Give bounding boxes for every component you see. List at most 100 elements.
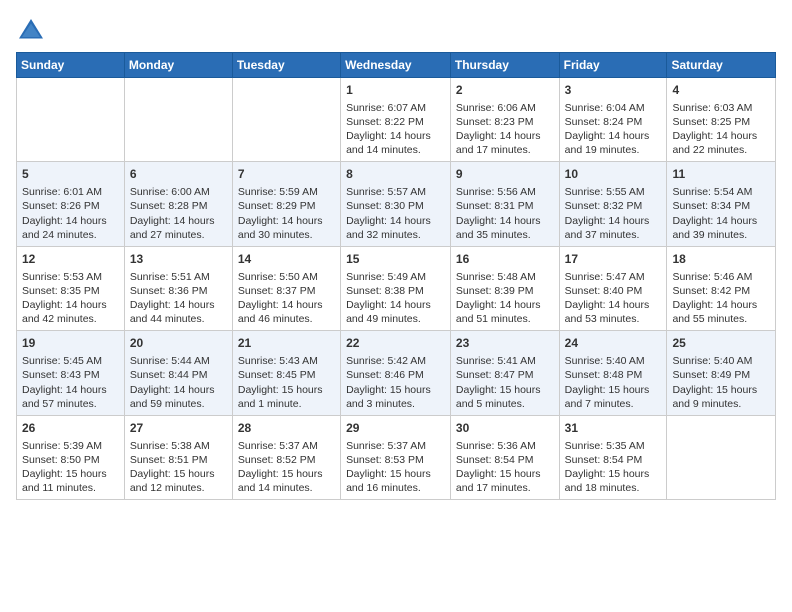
calendar-cell: 12 Sunrise: 5:53 AMSunset: 8:35 PMDayligh…	[17, 246, 125, 330]
cell-info: Daylight: 14 hours and 39 minutes.	[672, 214, 770, 242]
cell-info: Sunset: 8:23 PM	[456, 115, 554, 129]
cell-info: Daylight: 15 hours and 16 minutes.	[346, 467, 445, 495]
day-number: 14	[238, 251, 335, 268]
weekday-header: Wednesday	[341, 53, 451, 78]
day-number: 3	[565, 82, 662, 99]
cell-info: Daylight: 14 hours and 51 minutes.	[456, 298, 554, 326]
cell-info: Sunrise: 5:43 AM	[238, 354, 335, 368]
day-number: 9	[456, 166, 554, 183]
cell-info: Sunset: 8:42 PM	[672, 284, 770, 298]
day-number: 18	[672, 251, 770, 268]
cell-info: Sunrise: 5:40 AM	[565, 354, 662, 368]
calendar-cell: 30Sunrise: 5:36 AMSunset: 8:54 PMDayligh…	[450, 415, 559, 499]
calendar-cell	[124, 78, 232, 162]
cell-info: Daylight: 15 hours and 18 minutes.	[565, 467, 662, 495]
cell-info: Sunset: 8:25 PM	[672, 115, 770, 129]
cell-info: Sunset: 8:39 PM	[456, 284, 554, 298]
cell-info: Sunset: 8:35 PM	[22, 284, 119, 298]
day-number: 30	[456, 420, 554, 437]
cell-info: Daylight: 14 hours and 55 minutes.	[672, 298, 770, 326]
page-header	[16, 16, 776, 46]
cell-info: Sunset: 8:31 PM	[456, 199, 554, 213]
cell-info: Sunrise: 5:48 AM	[456, 270, 554, 284]
cell-info: Sunrise: 6:06 AM	[456, 101, 554, 115]
cell-info: Daylight: 15 hours and 7 minutes.	[565, 383, 662, 411]
cell-info: Daylight: 15 hours and 5 minutes.	[456, 383, 554, 411]
day-number: 7	[238, 166, 335, 183]
calendar-cell: 15Sunrise: 5:49 AMSunset: 8:38 PMDayligh…	[341, 246, 451, 330]
cell-info: Daylight: 15 hours and 17 minutes.	[456, 467, 554, 495]
day-number: 29	[346, 420, 445, 437]
cell-info: Daylight: 14 hours and 42 minutes.	[22, 298, 119, 326]
cell-info: Sunset: 8:28 PM	[130, 199, 227, 213]
cell-info: Sunrise: 5:44 AM	[130, 354, 227, 368]
calendar-cell: 24 Sunrise: 5:40 AMSunset: 8:48 PMDayligh…	[559, 331, 667, 415]
cell-info: Sunset: 8:48 PM	[565, 368, 662, 382]
cell-info: Sunrise: 5:53 AM	[22, 270, 119, 284]
day-number: 13	[130, 251, 227, 268]
day-number: 4	[672, 82, 770, 99]
cell-info: Daylight: 14 hours and 17 minutes.	[456, 129, 554, 157]
cell-info: Daylight: 14 hours and 59 minutes.	[130, 383, 227, 411]
cell-info: Sunrise: 5:59 AM	[238, 185, 335, 199]
cell-info: Daylight: 14 hours and 57 minutes.	[22, 383, 119, 411]
day-number: 12	[22, 251, 119, 268]
cell-info: Daylight: 14 hours and 46 minutes.	[238, 298, 335, 326]
cell-info: Daylight: 14 hours and 30 minutes.	[238, 214, 335, 242]
calendar-cell	[667, 415, 776, 499]
cell-info: Sunset: 8:22 PM	[346, 115, 445, 129]
cell-info: Daylight: 14 hours and 49 minutes.	[346, 298, 445, 326]
cell-info: Sunrise: 5:40 AM	[672, 354, 770, 368]
calendar-cell: 5Sunrise: 6:01 AMSunset: 8:26 PMDaylight…	[17, 162, 125, 246]
day-number: 23	[456, 335, 554, 352]
calendar-cell: 10Sunrise: 5:55 AMSunset: 8:32 PMDayligh…	[559, 162, 667, 246]
cell-info: Sunset: 8:38 PM	[346, 284, 445, 298]
logo	[16, 16, 50, 46]
cell-info: Sunset: 8:51 PM	[130, 453, 227, 467]
cell-info: Sunset: 8:24 PM	[565, 115, 662, 129]
cell-info: Daylight: 14 hours and 14 minutes.	[346, 129, 445, 157]
cell-info: Daylight: 14 hours and 19 minutes.	[565, 129, 662, 157]
cell-info: Sunrise: 5:37 AM	[238, 439, 335, 453]
cell-info: Sunrise: 5:41 AM	[456, 354, 554, 368]
day-number: 21	[238, 335, 335, 352]
cell-info: Sunset: 8:40 PM	[565, 284, 662, 298]
calendar-cell: 9Sunrise: 5:56 AMSunset: 8:31 PMDaylight…	[450, 162, 559, 246]
calendar-cell: 26Sunrise: 5:39 AMSunset: 8:50 PMDayligh…	[17, 415, 125, 499]
cell-info: Sunset: 8:54 PM	[456, 453, 554, 467]
weekday-header: Monday	[124, 53, 232, 78]
cell-info: Sunrise: 5:47 AM	[565, 270, 662, 284]
calendar-cell: 27 Sunrise: 5:38 AMSunset: 8:51 PMDayligh…	[124, 415, 232, 499]
cell-info: Daylight: 15 hours and 9 minutes.	[672, 383, 770, 411]
cell-info: Sunrise: 5:46 AM	[672, 270, 770, 284]
calendar-header: SundayMondayTuesdayWednesdayThursdayFrid…	[17, 53, 776, 78]
calendar-cell: 21Sunrise: 5:43 AMSunset: 8:45 PMDayligh…	[232, 331, 340, 415]
cell-info: Sunset: 8:49 PM	[672, 368, 770, 382]
day-number: 1	[346, 82, 445, 99]
cell-info: Sunset: 8:30 PM	[346, 199, 445, 213]
cell-info: Sunrise: 5:35 AM	[565, 439, 662, 453]
day-number: 27	[130, 420, 227, 437]
cell-info: Daylight: 14 hours and 53 minutes.	[565, 298, 662, 326]
calendar-cell: 14Sunrise: 5:50 AMSunset: 8:37 PMDayligh…	[232, 246, 340, 330]
calendar-cell: 19Sunrise: 5:45 AMSunset: 8:43 PMDayligh…	[17, 331, 125, 415]
cell-info: Sunrise: 5:55 AM	[565, 185, 662, 199]
calendar-cell: 2Sunrise: 6:06 AMSunset: 8:23 PMDaylight…	[450, 78, 559, 162]
cell-info: Sunrise: 6:00 AM	[130, 185, 227, 199]
cell-info: Sunset: 8:34 PM	[672, 199, 770, 213]
calendar-cell	[17, 78, 125, 162]
cell-info: Sunrise: 5:56 AM	[456, 185, 554, 199]
cell-info: Sunset: 8:36 PM	[130, 284, 227, 298]
cell-info: Sunset: 8:53 PM	[346, 453, 445, 467]
cell-info: Sunrise: 5:38 AM	[130, 439, 227, 453]
day-number: 17	[565, 251, 662, 268]
cell-info: Sunrise: 6:01 AM	[22, 185, 119, 199]
cell-info: Daylight: 15 hours and 12 minutes.	[130, 467, 227, 495]
calendar-cell: 31Sunrise: 5:35 AMSunset: 8:54 PMDayligh…	[559, 415, 667, 499]
cell-info: Sunrise: 6:03 AM	[672, 101, 770, 115]
cell-info: Daylight: 14 hours and 24 minutes.	[22, 214, 119, 242]
weekday-header: Friday	[559, 53, 667, 78]
calendar-cell: 18 Sunrise: 5:46 AMSunset: 8:42 PMDayligh…	[667, 246, 776, 330]
day-number: 24	[565, 335, 662, 352]
weekday-header: Thursday	[450, 53, 559, 78]
